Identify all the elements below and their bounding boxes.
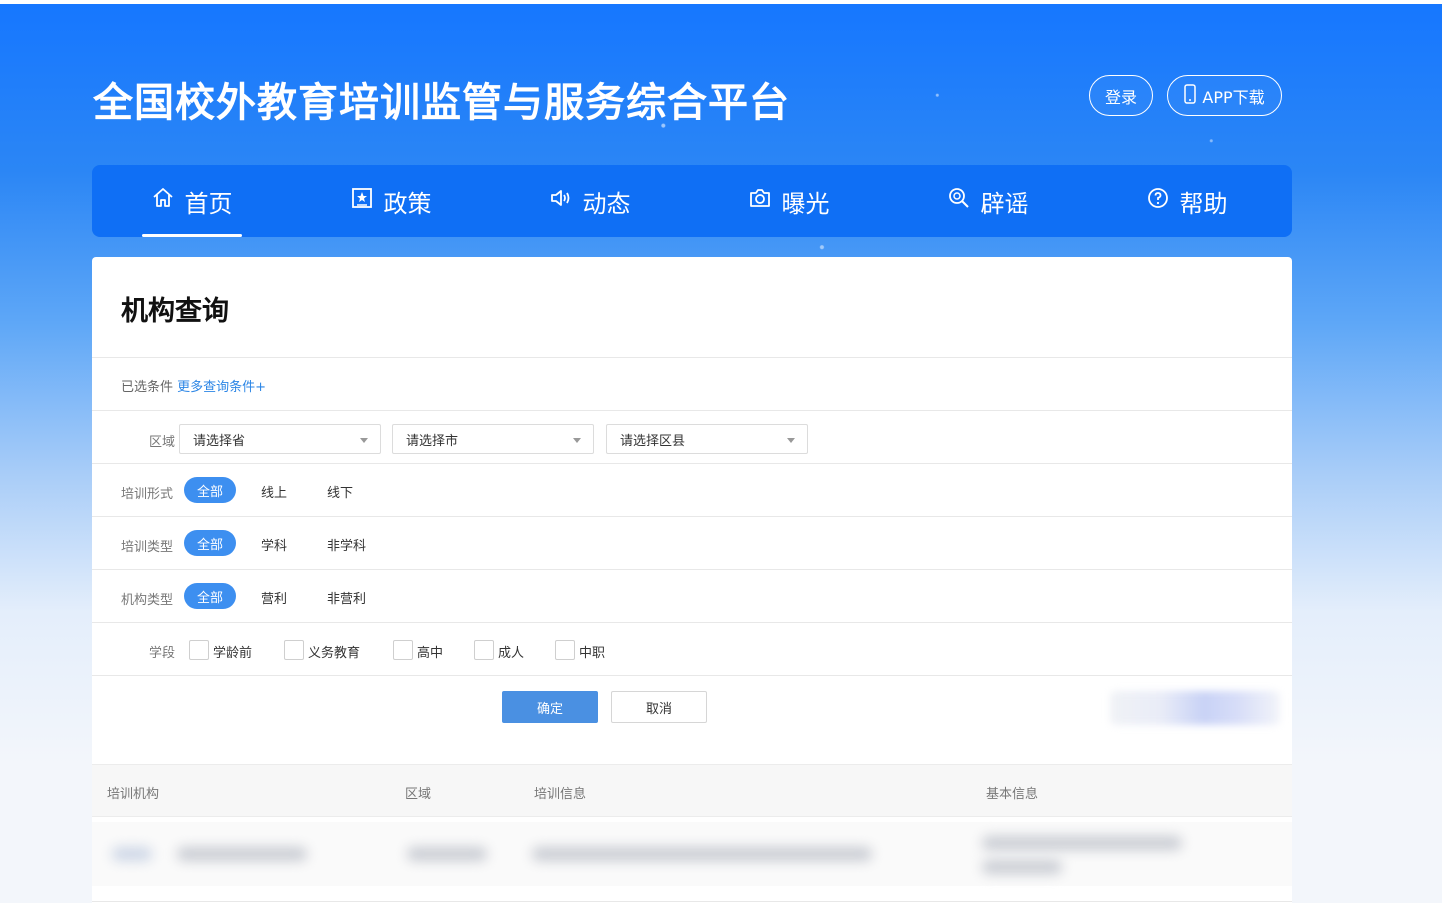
login-label: 登录 — [1104, 87, 1137, 107]
selected-conditions: 已选条件 更多查询条件+ — [121, 376, 266, 395]
column-header-training-info: 培训信息 — [534, 787, 587, 802]
divider — [92, 675, 1292, 676]
question-icon — [1146, 186, 1170, 216]
stage-option-label: 高中 — [417, 646, 444, 661]
nav-label: 动态 — [582, 189, 631, 218]
column-header-region: 区域 — [405, 787, 432, 802]
nav-label: 首页 — [184, 189, 233, 218]
table-row[interactable] — [92, 822, 1292, 886]
training-type-all-pill[interactable]: 全部 — [184, 530, 236, 556]
phone-icon — [1184, 83, 1197, 108]
province-select[interactable]: 请选择省 — [179, 424, 381, 454]
org-type-option-nonprofit[interactable]: 非营利 — [327, 588, 366, 607]
nav-label: 帮助 — [1179, 189, 1228, 218]
nav-item-policy[interactable]: 政策 — [291, 165, 490, 237]
divider — [92, 410, 1292, 411]
stage-checkbox-compulsory[interactable] — [284, 640, 304, 660]
stage-checkbox-vocational[interactable] — [555, 640, 575, 660]
confirm-button[interactable]: 确定 — [502, 691, 598, 723]
more-conditions-link[interactable]: 更多查询条件+ — [177, 380, 266, 395]
divider — [92, 516, 1292, 517]
training-form-option-offline[interactable]: 线下 — [327, 482, 353, 501]
main-nav: 首页 政策 动态 曝光 辟谣 帮助 — [92, 165, 1292, 237]
province-placeholder: 请选择省 — [193, 433, 246, 449]
column-header-org: 培训机构 — [107, 787, 160, 802]
app-download-button[interactable]: APP下载 — [1167, 75, 1282, 116]
city-placeholder: 请选择市 — [406, 433, 459, 449]
results-table-header: 培训机构 区域 培训信息 基本信息 — [92, 764, 1292, 817]
county-select[interactable]: 请选择区县 — [606, 424, 808, 454]
speaker-icon — [549, 186, 573, 216]
training-form-label: 培训形式 — [121, 487, 174, 502]
blurred-cell — [407, 847, 487, 861]
app-download-label: APP下载 — [1202, 87, 1265, 107]
login-button[interactable]: 登录 — [1089, 75, 1153, 116]
stage-option-label: 义务教育 — [308, 646, 361, 661]
blurred-cell — [112, 847, 152, 861]
stage-option-label: 中职 — [579, 646, 606, 661]
org-type-label: 机构类型 — [121, 593, 174, 608]
camera-icon — [748, 186, 772, 216]
training-type-label: 培训类型 — [121, 540, 174, 555]
nav-item-rumor[interactable]: 辟谣 — [888, 165, 1087, 237]
magnifier-icon — [947, 186, 971, 216]
selected-conditions-label: 已选条件 — [121, 380, 174, 395]
nav-item-news[interactable]: 动态 — [490, 165, 689, 237]
stage-checkbox-preschool[interactable] — [189, 640, 209, 660]
blurred-cell — [982, 860, 1062, 874]
county-placeholder: 请选择区县 — [620, 433, 686, 449]
home-icon — [151, 186, 175, 216]
stage-checkbox-adult[interactable] — [474, 640, 494, 660]
city-select[interactable]: 请选择市 — [392, 424, 594, 454]
divider — [92, 569, 1292, 570]
org-query-panel: 机构查询 已选条件 更多查询条件+ 区域 请选择省 请选择市 请选择区县 培训形… — [92, 257, 1292, 903]
divider — [92, 357, 1292, 358]
nav-label: 曝光 — [781, 189, 830, 218]
page-title: 机构查询 — [121, 296, 229, 327]
blurred-element — [1110, 691, 1280, 725]
blurred-cell — [532, 847, 872, 861]
org-type-all-pill[interactable]: 全部 — [184, 583, 236, 609]
divider — [92, 463, 1292, 464]
org-type-option-profit[interactable]: 营利 — [261, 588, 287, 607]
stage-label: 学段 — [149, 646, 176, 661]
chevron-down-icon — [787, 438, 795, 443]
divider — [92, 901, 1292, 902]
stage-checkbox-highschool[interactable] — [393, 640, 413, 660]
nav-item-help[interactable]: 帮助 — [1087, 165, 1286, 237]
cancel-button[interactable]: 取消 — [611, 691, 707, 723]
region-label: 区域 — [149, 435, 176, 450]
training-form-option-online[interactable]: 线上 — [261, 482, 287, 501]
nav-item-home[interactable]: 首页 — [92, 165, 291, 237]
nav-item-exposure[interactable]: 曝光 — [689, 165, 888, 237]
stage-option-label: 学龄前 — [213, 646, 253, 661]
site-title: 全国校外教育培训监管与服务综合平台 — [93, 80, 790, 126]
training-type-option-non-subject[interactable]: 非学科 — [327, 535, 366, 554]
blurred-cell — [982, 836, 1182, 850]
column-header-basic-info: 基本信息 — [986, 787, 1039, 802]
chevron-down-icon — [573, 438, 581, 443]
nav-label: 政策 — [383, 189, 432, 218]
training-type-option-subject[interactable]: 学科 — [261, 535, 287, 554]
policy-icon — [350, 186, 374, 216]
divider — [92, 622, 1292, 623]
chevron-down-icon — [360, 438, 368, 443]
stage-option-label: 成人 — [498, 646, 525, 661]
nav-label: 辟谣 — [980, 189, 1029, 218]
training-form-all-pill[interactable]: 全部 — [184, 477, 236, 503]
blurred-cell — [177, 847, 307, 861]
